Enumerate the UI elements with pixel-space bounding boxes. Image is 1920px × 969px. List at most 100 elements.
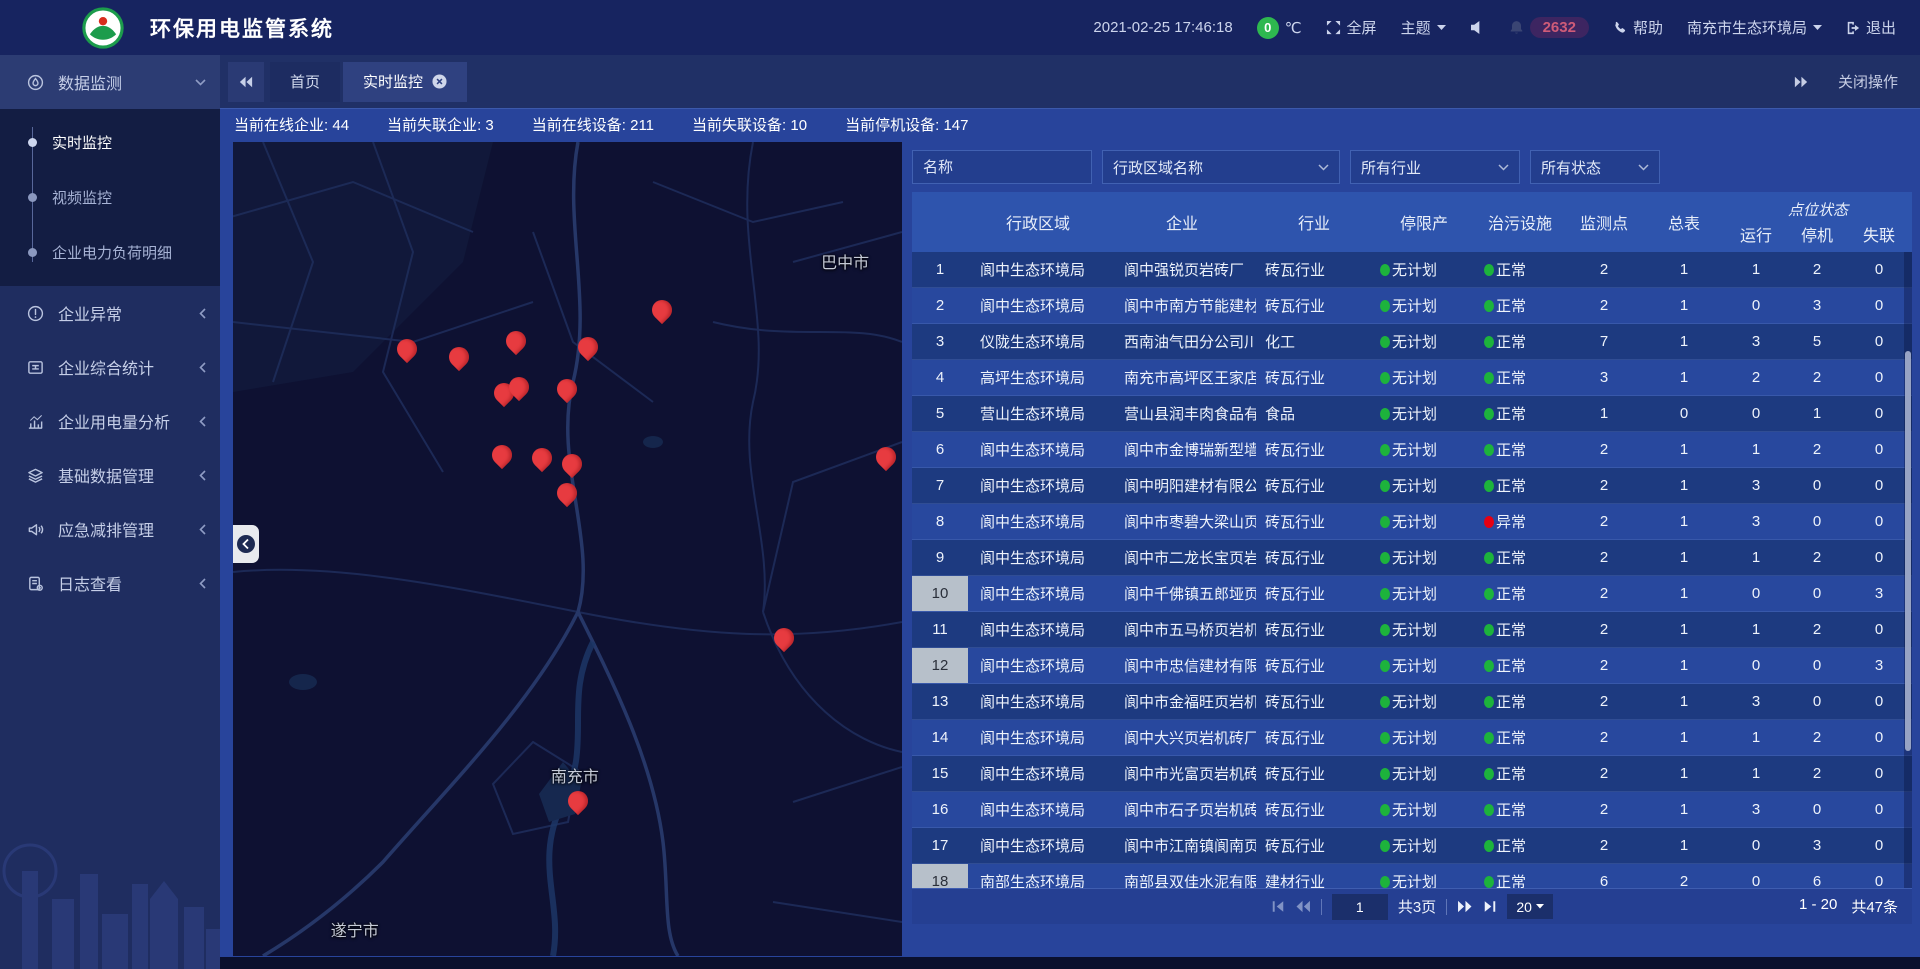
last-page-button[interactable] [1483,900,1497,913]
table-row[interactable]: 3 仪陇生态环境局 西南油气田分公司川中 化工 无计划 正常 7 1 3 5 0 [912,324,1912,360]
help-button[interactable]: 帮助 [1613,17,1663,38]
table-row[interactable]: 9 阆中生态环境局 阆中市二龙长宝页岩砖 砖瓦行业 无计划 正常 2 1 1 2… [912,540,1912,576]
table-row[interactable]: 4 高坪生态环境局 南充市高坪区王家店建 砖瓦行业 无计划 正常 3 1 2 2… [912,360,1912,396]
cell-limit-status: 无计划 [1372,583,1476,604]
table-row[interactable]: 11 阆中生态环境局 阆中市五马桥页岩机砖 砖瓦行业 无计划 正常 2 1 1 … [912,612,1912,648]
status-filter-select[interactable]: 所有状态 [1530,150,1660,184]
cell-industry: 砖瓦行业 [1256,439,1372,460]
page-number-input[interactable] [1332,894,1388,920]
cell-region: 高坪生态环境局 [968,367,1108,388]
fullscreen-button[interactable]: 全屏 [1326,17,1377,38]
name-filter-input[interactable] [912,150,1092,184]
tab-item[interactable]: 首页 [270,62,340,102]
temperature: 0 ℃ [1257,17,1302,39]
user-org-dropdown[interactable]: 南充市生态环境局 [1687,17,1822,38]
cell-region: 阆中生态环境局 [968,583,1108,604]
status-dot-icon [1484,876,1494,888]
cell-stopped: 0 [1788,657,1846,674]
cell-monitor-points: 2 [1564,441,1644,458]
next-page-button[interactable] [1457,900,1473,913]
cell-total-meter: 1 [1644,549,1724,566]
cell-treatment-status: 正常 [1476,727,1564,748]
chevron-down-icon [1638,164,1649,171]
cell-running: 1 [1724,621,1788,638]
cell-disconnected: 0 [1846,837,1912,854]
first-page-button[interactable] [1271,900,1285,913]
cell-company: 阆中明阳建材有限公司 [1108,475,1256,496]
table-row[interactable]: 13 阆中生态环境局 阆中市金福旺页岩机砖 砖瓦行业 无计划 正常 2 1 3 … [912,684,1912,720]
cell-total-meter: 1 [1644,261,1724,278]
prev-page-button[interactable] [1295,900,1311,913]
map[interactable]: 巴中市 南充市 遂宁市 [233,142,902,956]
cell-region: 营山生态环境局 [968,403,1108,424]
sidebar-submenu: 实时监控 视频监控 企业电力负荷明细 [0,109,220,286]
megaphone-icon [27,521,44,538]
cell-monitor-points: 2 [1564,729,1644,746]
cell-company: 阆中市金福旺页岩机砖 [1108,691,1256,712]
close-icon[interactable] [432,74,447,89]
cell-running: 2 [1724,369,1788,386]
cell-total-meter: 1 [1644,369,1724,386]
status-dot-icon [1484,300,1494,312]
col-header-4: 治污设施 [1476,210,1564,234]
page-size-select[interactable]: 20 [1507,894,1553,919]
sidebar-item[interactable]: 企业异常 [0,286,220,340]
table-row[interactable]: 2 阆中生态环境局 阆中市南方节能建材有 砖瓦行业 无计划 正常 2 1 0 3… [912,288,1912,324]
industry-filter-select[interactable]: 所有行业 [1350,150,1520,184]
sidebar-item[interactable]: 应急减排管理 [0,502,220,556]
table-row[interactable]: 1 阆中生态环境局 阆中强锐页岩砖厂 砖瓦行业 无计划 正常 2 1 1 2 0 [912,252,1912,288]
tab-active[interactable]: 实时监控 [343,62,467,102]
tabs-scroll-left-button[interactable] [228,62,264,102]
notifications[interactable]: 2632 [1509,17,1589,38]
table-row[interactable]: 7 阆中生态环境局 阆中明阳建材有限公司 砖瓦行业 无计划 正常 2 1 3 0… [912,468,1912,504]
scrollbar-thumb[interactable] [1905,351,1911,751]
table-row[interactable]: 14 阆中生态环境局 阆中大兴页岩机砖厂 砖瓦行业 无计划 正常 2 1 1 2… [912,720,1912,756]
chevron-down-icon [1813,25,1822,31]
table-row[interactable]: 16 阆中生态环境局 阆中市石子页岩机砖厂 砖瓦行业 无计划 正常 2 1 3 … [912,792,1912,828]
sidebar-item[interactable]: 企业用电量分析 [0,394,220,448]
bell-icon [1509,20,1524,35]
table-row[interactable]: 17 阆中生态环境局 阆中市江南镇阆南页岩 砖瓦行业 无计划 正常 2 1 0 … [912,828,1912,864]
sidebar-item[interactable]: 数据监测 [0,55,220,109]
logout-button[interactable]: 退出 [1846,17,1896,38]
region-filter-select[interactable]: 行政区域名称 [1102,150,1340,184]
table-row[interactable]: 6 阆中生态环境局 阆中市金博瑞新型墙材 砖瓦行业 无计划 正常 2 1 1 2… [912,432,1912,468]
cell-stopped: 2 [1788,369,1846,386]
table-row[interactable]: 18 南部生态环境局 南部县双佳水泥有限公 建材行业 无计划 正常 6 2 0 … [912,864,1912,888]
sidebar-subitem[interactable]: 实时监控 [0,115,220,170]
prev-page-icon [1295,900,1311,913]
stat-value: 3 [485,117,493,134]
table-row[interactable]: 15 阆中生态环境局 阆中市光富页岩机砖厂 砖瓦行业 无计划 正常 2 1 1 … [912,756,1912,792]
chevron-left-icon [199,524,206,535]
cell-industry: 砖瓦行业 [1256,475,1372,496]
cell-limit-status: 无计划 [1372,547,1476,568]
sidebar-item[interactable]: 企业综合统计 [0,340,220,394]
status-dot-icon [1484,264,1494,276]
col-header-2: 行业 [1256,210,1372,234]
map-collapse-button[interactable] [233,525,259,563]
cell-treatment-status: 正常 [1476,259,1564,280]
theme-dropdown[interactable]: 主题 [1401,17,1446,38]
cell-total-meter: 2 [1644,873,1724,888]
cell-running: 3 [1724,333,1788,350]
cell-monitor-points: 2 [1564,765,1644,782]
sidebar-item[interactable]: 基础数据管理 [0,448,220,502]
table-row[interactable]: 8 阆中生态环境局 阆中市枣碧大梁山页岩 砖瓦行业 无计划 异常 2 1 3 0… [912,504,1912,540]
row-index: 2 [912,288,968,323]
sidebar-item[interactable]: 日志查看 [0,556,220,610]
cell-treatment-status: 正常 [1476,547,1564,568]
sidebar-subitem[interactable]: 视频监控 [0,170,220,225]
cell-region: 阆中生态环境局 [968,439,1108,460]
cell-disconnected: 0 [1846,873,1912,888]
table-row[interactable]: 10 阆中生态环境局 阆中千佛镇五郎垭页岩 砖瓦行业 无计划 正常 2 1 0 … [912,576,1912,612]
sidebar-subitem[interactable]: 企业电力负荷明细 [0,225,220,280]
close-operations-button[interactable]: 关闭操作 [1838,71,1898,92]
table-row[interactable]: 5 营山生态环境局 营山县润丰肉食品有限 食品 无计划 正常 1 0 0 1 0 [912,396,1912,432]
brand: 环保用电监管系统 [0,7,334,49]
table-row[interactable]: 12 阆中生态环境局 阆中市忠信建材有限公 砖瓦行业 无计划 正常 2 1 0 … [912,648,1912,684]
sound-toggle[interactable] [1470,21,1485,34]
row-index: 13 [912,684,968,719]
divider [1446,899,1447,915]
cell-total-meter: 1 [1644,801,1724,818]
tabs-scroll-right-button[interactable] [1794,76,1808,88]
